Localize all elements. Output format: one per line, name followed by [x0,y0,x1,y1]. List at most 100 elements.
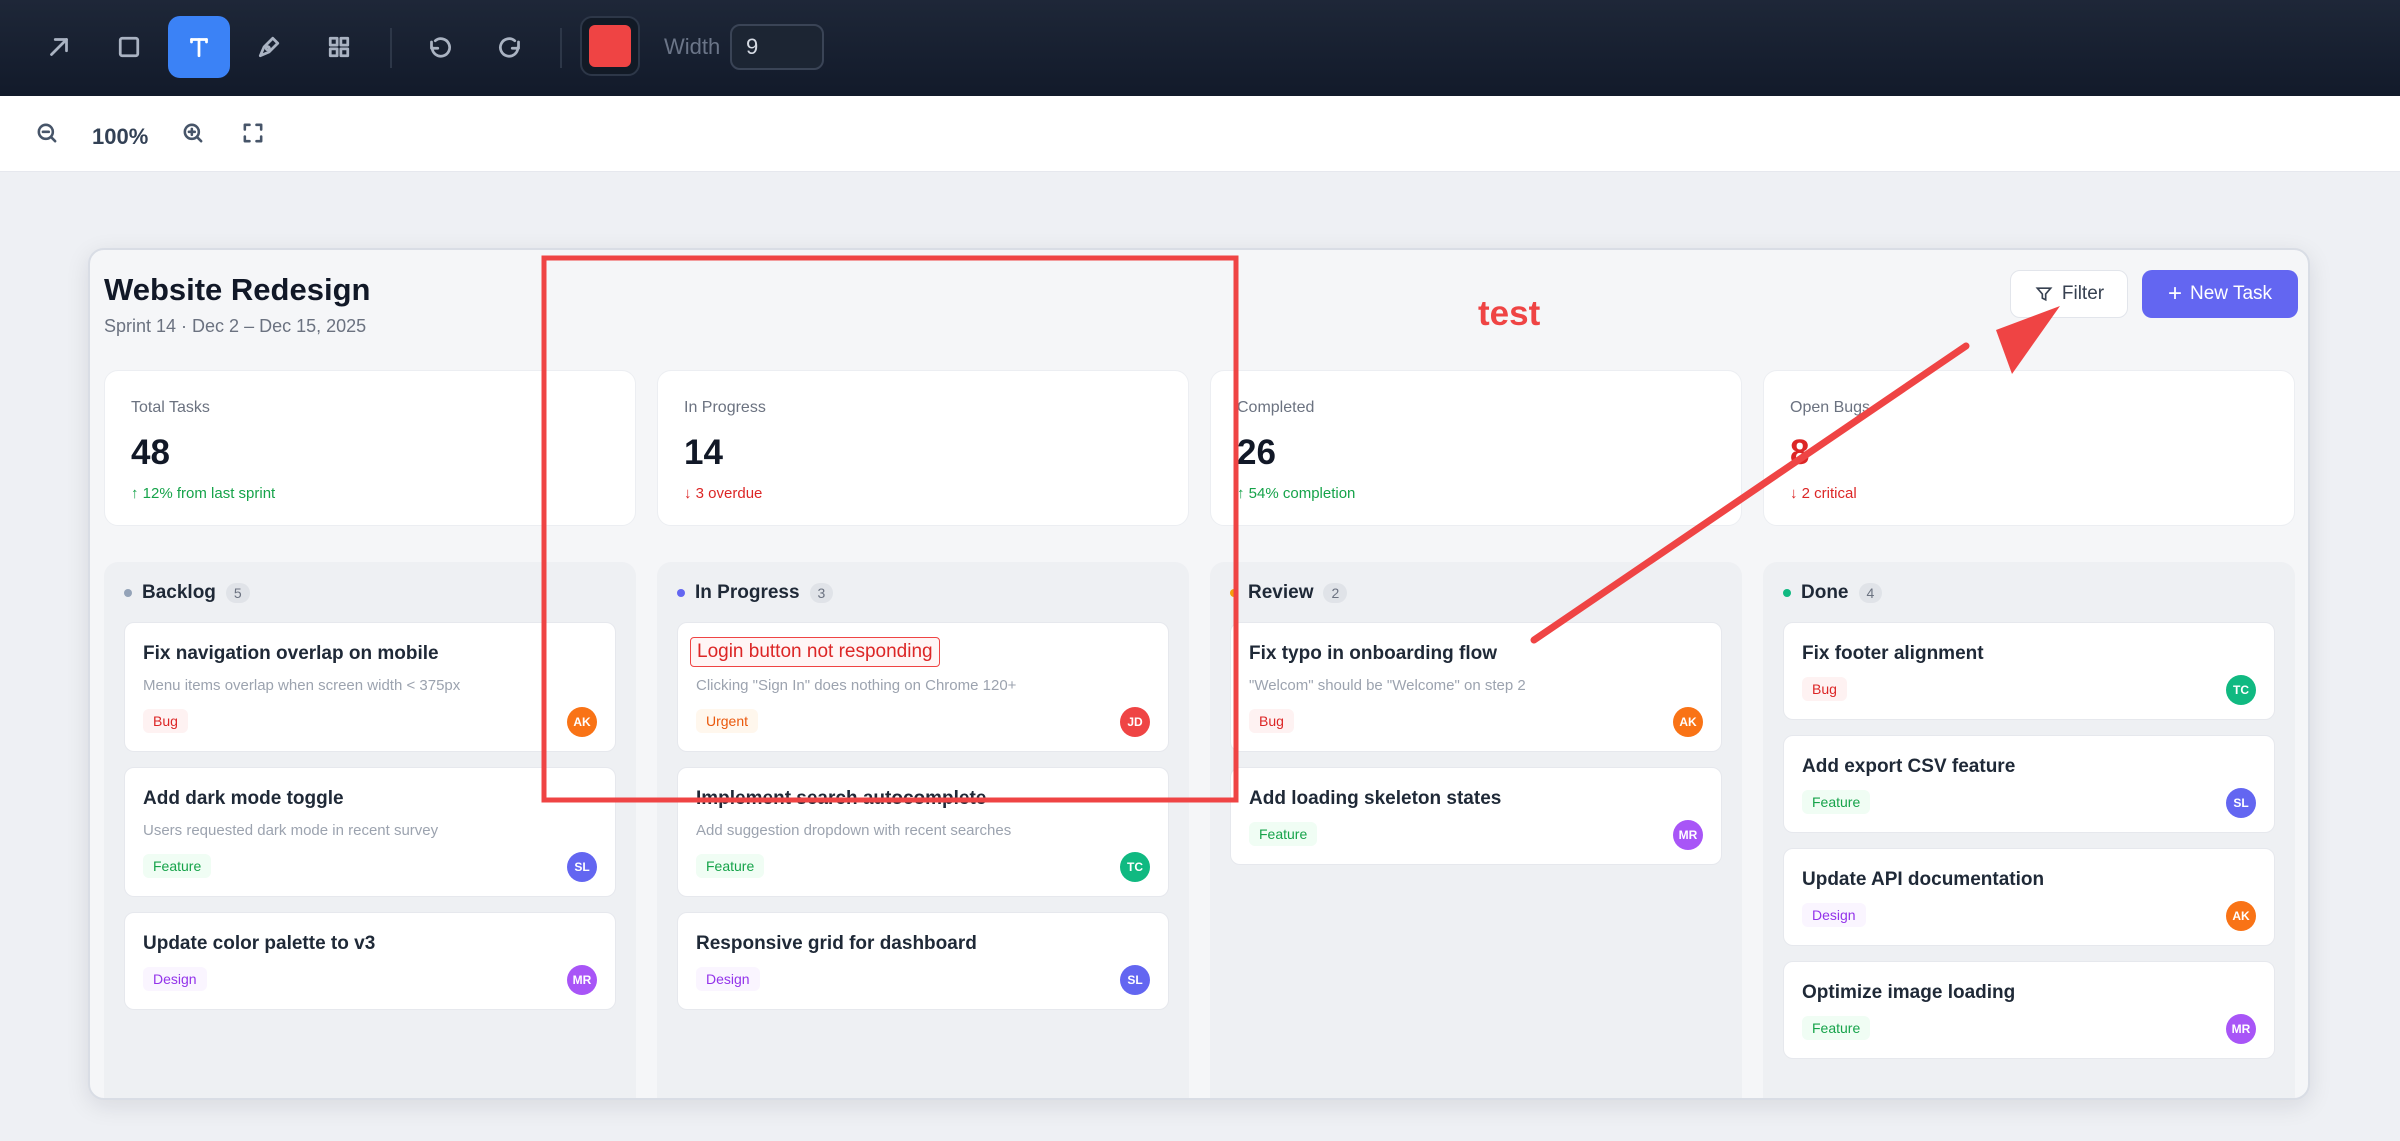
stat-note: ↑ 12% from last sprint [131,485,276,502]
color-picker-button[interactable] [580,16,640,76]
column-done: Done 4 Fix footer alignment Bug TC Add e… [1763,562,2295,1098]
stat-value: 26 [1237,433,1276,472]
avatar: AK [2226,901,2256,931]
redo-button[interactable] [480,16,542,78]
annotation-text[interactable]: test [1478,294,1540,334]
task-card[interactable]: Update API documentation Design AK [1783,848,2275,946]
column-count-badge: 4 [1858,583,1883,603]
task-title: Add loading skeleton states [1249,788,1502,809]
task-card[interactable]: Fix navigation overlap on mobile Menu it… [124,622,616,752]
task-card[interactable]: Implement search autocomplete Add sugges… [677,767,1169,897]
pen-tool-button[interactable] [238,16,300,78]
board-title: Website Redesign [104,272,371,307]
column-review: Review 2 Fix typo in onboarding flow "We… [1210,562,1742,1098]
task-card[interactable]: Add loading skeleton states Feature MR [1230,767,1722,865]
toolbar-divider [390,28,392,68]
task-card[interactable]: Login button not responding Clicking "Si… [677,622,1169,752]
redo-icon [499,37,520,58]
task-card[interactable]: Fix footer alignment Bug TC [1783,622,2275,720]
new-task-label: New Task [2190,283,2273,304]
zoom-level: 100% [92,124,149,149]
task-tag: Bug [1802,677,1847,701]
stat-value: 14 [684,433,723,472]
filter-button[interactable]: Filter [2010,270,2128,318]
column-count-badge: 2 [1323,583,1348,603]
status-dot [124,589,132,597]
status-dot [1230,589,1238,597]
rectangle-icon [118,36,140,58]
task-title: Add dark mode toggle [143,788,344,809]
task-card[interactable]: Optimize image loading Feature MR [1783,961,2275,1059]
task-description: Users requested dark mode in recent surv… [143,822,439,839]
stat-note: ↑ 54% completion [1237,485,1356,502]
width-input[interactable]: 9 [730,24,824,70]
arrow-icon [50,38,68,56]
task-tag: Urgent [696,709,759,733]
task-description: Clicking "Sign In" does nothing on Chrom… [696,677,1017,694]
stat-card-open-bugs: Open Bugs 8 ↓ 2 critical [1763,370,2295,526]
task-tag: Design [696,967,760,991]
task-tag: Bug [143,709,188,733]
task-description: Menu items overlap when screen width < 3… [143,677,461,694]
zoom-in-button[interactable] [176,116,210,150]
grid-tool-button[interactable] [308,16,370,78]
stat-note: ↓ 3 overdue [684,485,763,502]
avatar: MR [567,965,597,995]
column-header: In Progress 3 [677,582,834,604]
status-dot [677,589,685,597]
column-backlog: Backlog 5 Fix navigation overlap on mobi… [104,562,636,1098]
task-card[interactable]: Responsive grid for dashboard Design SL [677,912,1169,1010]
column-header: Done 4 [1783,582,1883,604]
kanban-board: Website Redesign Sprint 14 · Dec 2 – Dec… [88,248,2310,1100]
stat-note: ↓ 2 critical [1790,485,1857,502]
fit-screen-button[interactable] [236,116,270,150]
drawing-toolbar: Width 9 [0,0,2400,96]
color-swatch [589,25,631,67]
stat-card-completed: Completed 26 ↑ 54% completion [1210,370,1742,526]
width-label: Width [664,34,721,59]
avatar: MR [2226,1014,2256,1044]
zoom-out-button[interactable] [30,116,64,150]
column-header: Review 2 [1230,582,1348,604]
task-tag: Feature [1249,822,1318,846]
avatar: AK [567,707,597,737]
grid-icon [328,36,350,58]
text-icon [190,38,208,58]
task-card[interactable]: Add dark mode toggle Users requested dar… [124,767,616,897]
avatar: SL [2226,788,2256,818]
task-card[interactable]: Fix typo in onboarding flow "Welcom" sho… [1230,622,1722,752]
stat-value: 48 [131,433,170,472]
task-card[interactable]: Add export CSV feature Feature SL [1783,735,2275,833]
arrow-tool-button[interactable] [28,16,90,78]
task-description: Add suggestion dropdown with recent sear… [696,822,1012,839]
zoom-in-icon [183,123,203,143]
task-tag: Feature [1802,1016,1871,1040]
avatar: TC [1120,852,1150,882]
task-title: Implement search autocomplete [696,788,987,809]
task-tag: Bug [1249,709,1294,733]
column-title: Done [1801,582,1849,603]
column-in-progress: In Progress 3 Login button not respondin… [657,562,1189,1098]
column-title: Review [1248,582,1314,603]
task-title: Fix typo in onboarding flow [1249,643,1498,664]
column-title: Backlog [142,582,216,603]
column-header: Backlog 5 [124,582,250,604]
task-tag: Design [143,967,207,991]
task-title: Add export CSV feature [1802,756,2016,777]
task-title: Fix footer alignment [1802,643,1984,664]
column-count-badge: 3 [809,583,834,603]
task-card[interactable]: Update color palette to v3 Design MR [124,912,616,1010]
new-task-button[interactable]: + New Task [2142,270,2298,318]
undo-button[interactable] [408,16,470,78]
stat-card-in-progress: In Progress 14 ↓ 3 overdue [657,370,1189,526]
zoom-out-icon [37,123,57,143]
text-tool-button[interactable] [168,16,230,78]
undo-icon [430,37,451,58]
task-tag: Feature [1802,790,1871,814]
fullscreen-icon [243,123,263,143]
rectangle-tool-button[interactable] [98,16,160,78]
avatar: JD [1120,707,1150,737]
task-tag: Feature [143,854,212,878]
task-description: "Welcom" should be "Welcome" on step 2 [1249,677,1526,694]
board-subtitle: Sprint 14 · Dec 2 – Dec 15, 2025 [104,316,367,336]
